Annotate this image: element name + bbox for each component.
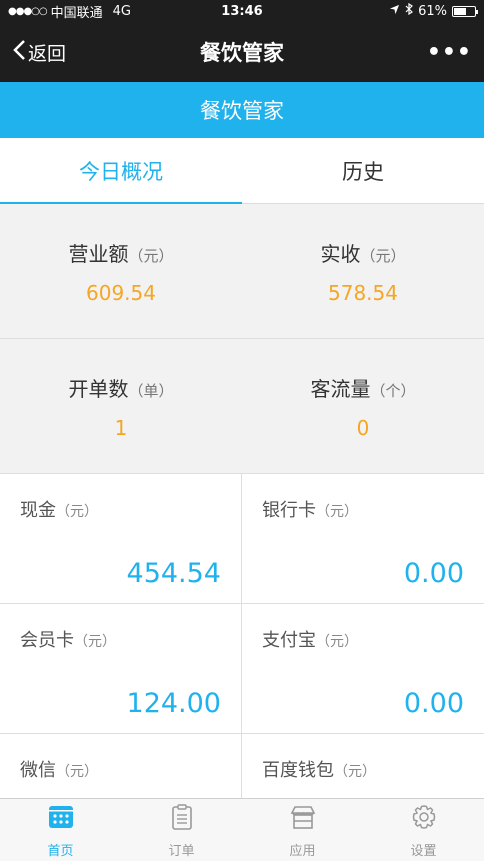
bottom-tab-orders[interactable]: 订单	[121, 799, 242, 861]
cash-unit: （元）	[56, 504, 98, 520]
summary-row-orders: 开单数（单） 1 客流量（个） 0	[0, 339, 484, 474]
battery-icon	[452, 5, 478, 17]
gear-icon	[409, 802, 439, 836]
baidu-wallet-unit: （元）	[334, 764, 376, 780]
cash-value: 454.54	[126, 558, 221, 589]
summary-received-label-group: 实收（元）	[320, 238, 405, 267]
received-unit: （元）	[360, 246, 406, 265]
bottom-tab-settings[interactable]: 设置	[363, 799, 484, 861]
received-value: 578.54	[328, 280, 398, 305]
summary-customers: 客流量（个） 0	[242, 339, 484, 473]
customers-unit: （个）	[370, 381, 416, 400]
bank-card-label: 银行卡	[262, 500, 316, 521]
customers-value: 0	[356, 415, 370, 440]
bank-card-value: 0.00	[403, 558, 464, 589]
payment-breakdown-grid: 现金（元） 454.54 银行卡（元） 0.00 会员卡（元） 124.00 支…	[0, 474, 484, 800]
tab-history[interactable]: 历史	[242, 138, 484, 203]
more-options-button[interactable]: •••	[427, 40, 472, 65]
bottom-tab-settings-label: 设置	[410, 843, 437, 859]
revenue-unit: （元）	[128, 246, 174, 265]
payment-bank-card[interactable]: 银行卡（元） 0.00	[242, 474, 484, 604]
revenue-value: 609.54	[86, 280, 156, 305]
summary-orders: 开单数（单） 1	[0, 339, 242, 473]
member-card-label: 会员卡	[20, 630, 74, 651]
app-header: 餐饮管家	[0, 82, 484, 138]
revenue-label: 营业额	[68, 241, 129, 266]
orders-unit: （单）	[128, 381, 174, 400]
bottom-tab-apps[interactable]: 应用	[242, 799, 363, 861]
tab-bar-top: 今日概况 历史	[0, 138, 484, 204]
navigation-bar: 返回 餐饮管家 •••	[0, 22, 484, 82]
back-label: 返回	[28, 42, 67, 65]
status-right: 61%	[389, 2, 478, 19]
status-left: ●●●○○ 中国联通 4G	[8, 2, 131, 21]
orders-label: 开单数	[68, 376, 129, 401]
customers-label: 客流量	[310, 376, 371, 401]
payment-member-card[interactable]: 会员卡（元） 124.00	[0, 604, 242, 734]
member-card-unit: （元）	[74, 634, 116, 650]
chevron-left-icon	[12, 39, 26, 65]
wechat-unit: （元）	[56, 764, 98, 780]
payment-cash[interactable]: 现金（元） 454.54	[0, 474, 242, 604]
orders-value: 1	[114, 415, 128, 440]
bottom-tab-orders-label: 订单	[168, 843, 195, 859]
bottom-tab-home-label: 首页	[47, 843, 74, 859]
bottom-tab-home[interactable]: 首页	[0, 799, 121, 861]
alipay-label: 支付宝	[262, 630, 316, 651]
wechat-label: 微信	[20, 760, 56, 781]
status-time: 13:46	[221, 3, 263, 19]
summary-revenue: 营业额（元） 609.54	[0, 204, 242, 338]
bluetooth-icon	[405, 2, 414, 19]
summary-revenue-label-group: 营业额（元）	[68, 238, 173, 267]
alipay-value: 0.00	[403, 688, 464, 719]
bottom-tab-bar: 首页 订单 应用 设置	[0, 798, 484, 861]
received-label: 实收	[320, 241, 361, 266]
member-card-value: 124.00	[126, 688, 221, 719]
payment-wechat[interactable]: 微信（元）	[0, 734, 242, 800]
battery-percent: 61%	[418, 3, 447, 19]
bank-card-unit: （元）	[316, 504, 358, 520]
cash-label: 现金	[20, 500, 56, 521]
home-grid-icon	[46, 802, 76, 836]
tab-today-overview[interactable]: 今日概况	[0, 138, 242, 204]
alipay-unit: （元）	[316, 634, 358, 650]
payment-baidu-wallet[interactable]: 百度钱包（元）	[242, 734, 484, 800]
summary-customers-label-group: 客流量（个）	[310, 373, 415, 402]
nav-title: 餐饮管家	[200, 41, 284, 65]
payment-alipay[interactable]: 支付宝（元） 0.00	[242, 604, 484, 734]
back-button[interactable]: 返回	[12, 39, 66, 66]
bottom-tab-apps-label: 应用	[289, 843, 316, 859]
summary-row-revenue: 营业额（元） 609.54 实收（元） 578.54	[0, 204, 484, 339]
store-icon	[288, 802, 318, 836]
carrier-label: 中国联通	[50, 5, 103, 21]
clipboard-icon	[167, 802, 197, 836]
baidu-wallet-label: 百度钱包	[262, 760, 334, 781]
summary-received: 实收（元） 578.54	[242, 204, 484, 338]
signal-strength-icon: ●●●○○	[8, 5, 48, 17]
summary-orders-label-group: 开单数（单）	[68, 373, 173, 402]
network-label: 4G	[112, 3, 132, 19]
status-bar: ●●●○○ 中国联通 4G 13:46 61%	[0, 0, 484, 22]
location-arrow-icon	[389, 4, 400, 19]
battery-level-fill	[454, 7, 467, 15]
